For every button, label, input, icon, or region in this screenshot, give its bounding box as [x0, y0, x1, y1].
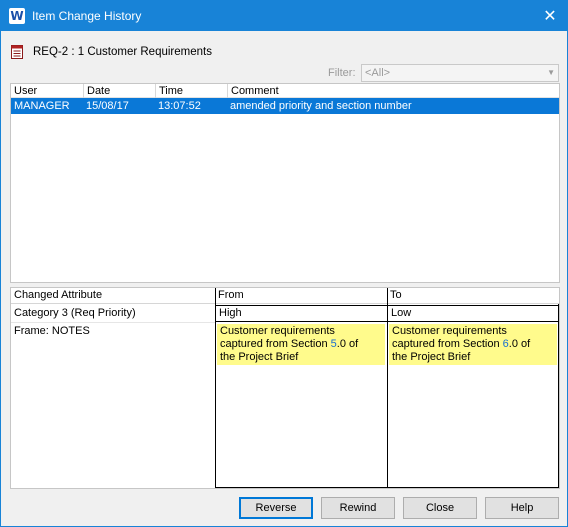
help-button[interactable]: Help	[485, 497, 559, 519]
from-value-notes[interactable]: Customer requirements captured from Sect…	[217, 324, 385, 365]
app-icon: W	[9, 8, 25, 24]
title-bar[interactable]: W Item Change History ✕	[1, 1, 567, 31]
row-comment: amended priority and section number	[230, 100, 412, 112]
filter-value: <All>	[365, 67, 391, 79]
to-notes-line: captured from Section 6.0 of	[392, 338, 531, 350]
changed-attributes-table[interactable]: Changed Attribute From To Category 3 (Re…	[10, 287, 560, 489]
column-divider	[558, 304, 559, 488]
column-header-user[interactable]: User	[11, 84, 83, 98]
to-value-notes[interactable]: Customer requirements captured from Sect…	[389, 324, 557, 365]
from-value-priority[interactable]: High	[216, 305, 387, 322]
history-table-header: User Date Time Comment	[11, 84, 559, 98]
chevron-down-icon: ▼	[547, 68, 555, 77]
table-row[interactable]: MANAGER 15/08/17 13:07:52 amended priori…	[11, 98, 559, 114]
to-notes-line: Customer requirements	[392, 325, 507, 337]
close-button[interactable]: Close	[403, 497, 477, 519]
attributes-table-header: Changed Attribute From To	[11, 288, 559, 304]
reverse-button[interactable]: Reverse	[239, 497, 313, 519]
column-header-date[interactable]: Date	[83, 84, 155, 98]
window-title: Item Change History	[32, 9, 142, 23]
requirement-icon	[11, 45, 23, 59]
attribute-name-notes: Frame: NOTES	[14, 325, 90, 337]
attribute-name-priority: Category 3 (Req Priority)	[11, 306, 215, 323]
item-label: REQ-2 : 1 Customer Requirements	[33, 46, 212, 58]
table-bottom-border	[215, 487, 559, 488]
from-notes-line: the Project Brief	[220, 351, 299, 363]
rewind-button[interactable]: Rewind	[321, 497, 395, 519]
filter-dropdown[interactable]: <All> ▼	[361, 64, 559, 82]
column-header-changed-attribute[interactable]: Changed Attribute	[11, 288, 215, 304]
row-date: 15/08/17	[86, 100, 129, 112]
item-change-history-dialog: W Item Change History ✕ REQ-2 : 1 Custom…	[0, 0, 568, 527]
column-header-comment[interactable]: Comment	[227, 84, 559, 98]
row-user: MANAGER	[14, 100, 70, 112]
to-notes-line: the Project Brief	[392, 351, 471, 363]
history-table[interactable]: User Date Time Comment MANAGER 15/08/17 …	[10, 83, 560, 283]
row-time: 13:07:52	[158, 100, 201, 112]
column-header-to[interactable]: To	[387, 288, 559, 304]
to-value-priority[interactable]: Low	[388, 305, 558, 322]
column-header-from[interactable]: From	[215, 288, 387, 304]
from-notes-line: captured from Section 5.0 of	[220, 338, 359, 350]
column-header-time[interactable]: Time	[155, 84, 227, 98]
close-window-button[interactable]: ✕	[533, 1, 567, 31]
from-notes-line: Customer requirements	[220, 325, 335, 337]
filter-label: Filter:	[328, 67, 356, 79]
